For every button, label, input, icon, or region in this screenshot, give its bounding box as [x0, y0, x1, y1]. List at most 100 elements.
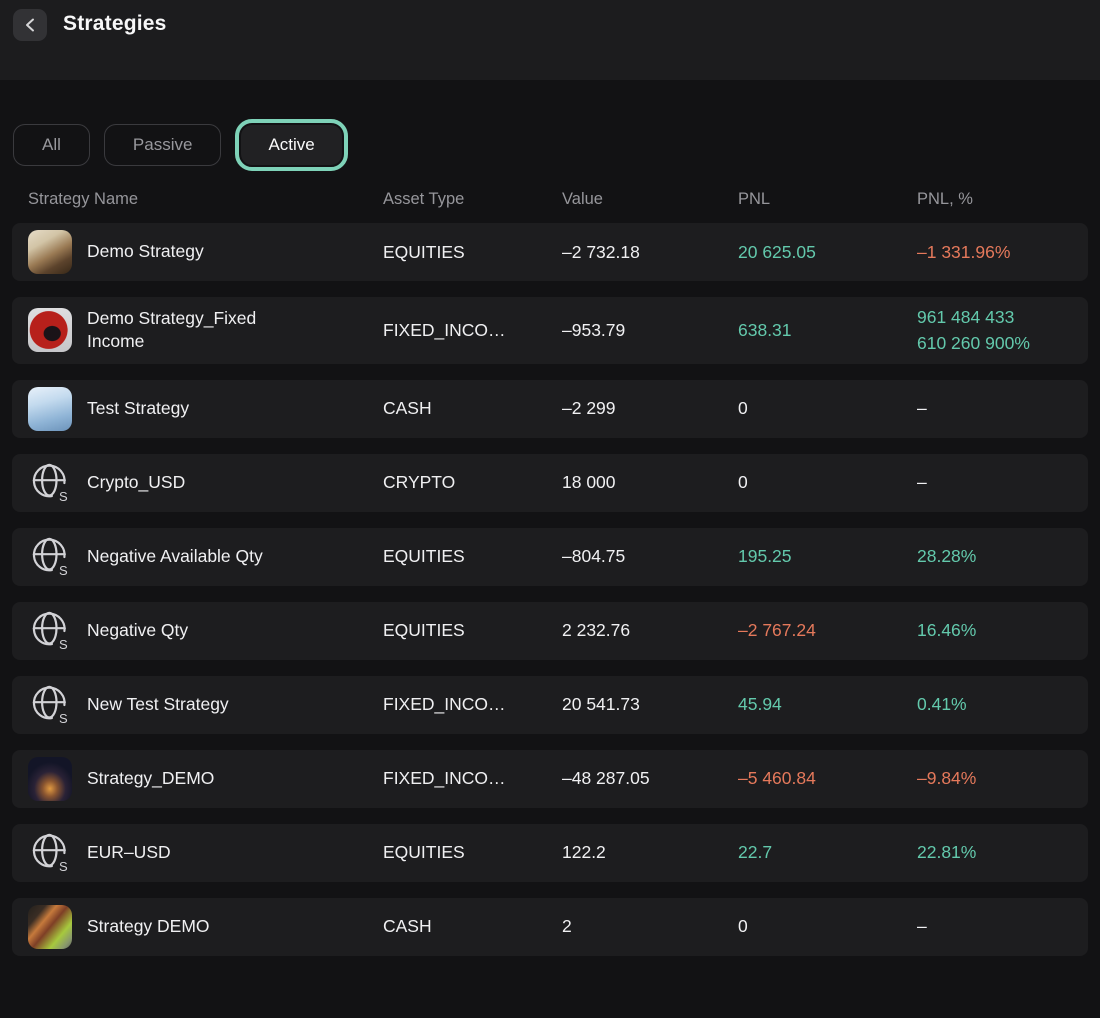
strategy-name: Strategy DEMO [87, 915, 210, 939]
strategy-name: Crypto_USD [87, 471, 185, 495]
pnl-cell: 0 [738, 398, 917, 419]
column-header-pnl-pct: PNL, % [917, 190, 1088, 209]
strategy-name-cell: S EUR–USD [28, 831, 383, 875]
chevron-left-icon [24, 18, 36, 32]
value-cell: 20 541.73 [562, 694, 738, 715]
asset-type-cell: CRYPTO [383, 472, 562, 493]
tabs-filter: All Passive Active [13, 118, 1100, 172]
tab-all[interactable]: All [13, 124, 90, 166]
sepia-landscape-thumbnail [28, 230, 72, 274]
pnl-pct-value: 28.28% [917, 543, 976, 569]
strategy-name: Strategy_DEMO [87, 767, 214, 791]
pnl-cell: –5 460.84 [738, 768, 917, 789]
table-row[interactable]: Strategy DEMO CASH 2 0 – [12, 898, 1088, 956]
pnl-pct-cell: 22.81% [917, 839, 1088, 865]
column-header-pnl: PNL [738, 190, 917, 209]
back-button[interactable] [13, 9, 47, 41]
table-row[interactable]: Strategy_DEMO FIXED_INCO… –48 287.05 –5 … [12, 750, 1088, 808]
globe-strategy-icon: S [28, 535, 72, 579]
pnl-pct-cell: 16.46% [917, 617, 1088, 643]
pnl-pct-value: 16.46% [917, 617, 976, 643]
strategies-table: Strategy Name Asset Type Value PNL PNL, … [12, 172, 1088, 956]
pnl-cell: 0 [738, 916, 917, 937]
pnl-cell: 20 625.05 [738, 242, 917, 263]
globe-strategy-icon: S [28, 829, 72, 877]
strategy-name: Demo Strategy_Fixed Income [87, 307, 302, 354]
strategy-name: Negative Available Qty [87, 545, 263, 569]
strategy-name: Demo Strategy [87, 240, 204, 264]
pnl-pct-value: – [917, 395, 927, 421]
asset-type-cell: FIXED_INCO… [383, 320, 562, 341]
night-city-thumbnail [28, 757, 72, 801]
globe-strategy-icon: S [28, 609, 72, 653]
globe-strategy-icon: S [28, 533, 72, 581]
strategy-table-body: Demo Strategy EQUITIES –2 732.18 20 625.… [12, 223, 1088, 956]
asset-type-cell: FIXED_INCO… [383, 768, 562, 789]
strategy-name-cell: S Negative Available Qty [28, 535, 383, 579]
pnl-pct-cell: –9.84% [917, 765, 1088, 791]
value-cell: –953.79 [562, 320, 738, 341]
strategy-name: EUR–USD [87, 841, 171, 865]
pnl-pct-value: – [917, 469, 927, 495]
value-cell: 18 000 [562, 472, 738, 493]
pnl-pct-value: 22.81% [917, 839, 976, 865]
pnl-pct-cell: – [917, 395, 1088, 421]
appbar: Strategies [0, 0, 1100, 80]
green-car-thumbnail [28, 905, 72, 949]
asset-type-cell: CASH [383, 398, 562, 419]
column-header-value: Value [562, 190, 738, 209]
value-cell: 122.2 [562, 842, 738, 863]
globe-strategy-icon: S [28, 607, 72, 655]
pnl-cell: 0 [738, 472, 917, 493]
pnl-pct-value: 961 484 433 610 260 900% [917, 304, 1035, 357]
pnl-pct-value: 0.41% [917, 691, 967, 717]
asset-type-cell: CASH [383, 916, 562, 937]
svg-text:S: S [59, 711, 68, 726]
page-title: Strategies [63, 12, 167, 36]
value-cell: –48 287.05 [562, 768, 738, 789]
strategy-name-cell: S Crypto_USD [28, 461, 383, 505]
table-row[interactable]: S Negative Available Qty EQUITIES –804.7… [12, 528, 1088, 586]
pnl-pct-cell: 28.28% [917, 543, 1088, 569]
pnl-cell: 22.7 [738, 842, 917, 863]
pnl-cell: 45.94 [738, 694, 917, 715]
strategy-name-cell: Demo Strategy_Fixed Income [28, 307, 383, 354]
globe-strategy-icon: S [28, 459, 72, 507]
svg-text:S: S [59, 563, 68, 578]
tab-active[interactable]: Active [241, 125, 341, 165]
pnl-pct-value: –9.84% [917, 765, 976, 791]
value-cell: –804.75 [562, 546, 738, 567]
globe-strategy-icon: S [28, 461, 72, 505]
value-cell: –2 732.18 [562, 242, 738, 263]
pnl-pct-cell: – [917, 913, 1088, 939]
tab-active-selected-ring[interactable]: Active [235, 119, 347, 171]
asset-type-cell: EQUITIES [383, 620, 562, 641]
table-row[interactable]: Test Strategy CASH –2 299 0 – [12, 380, 1088, 438]
strategy-name-cell: Test Strategy [28, 387, 383, 431]
table-row[interactable]: S Crypto_USD CRYPTO 18 000 0 – [12, 454, 1088, 512]
asset-type-cell: EQUITIES [383, 546, 562, 567]
pnl-pct-cell: 961 484 433 610 260 900% [917, 304, 1088, 357]
table-row[interactable]: S New Test Strategy FIXED_INCO… 20 541.7… [12, 676, 1088, 734]
strategy-name-cell: Strategy_DEMO [28, 757, 383, 801]
table-header-row: Strategy Name Asset Type Value PNL PNL, … [12, 172, 1088, 223]
table-row[interactable]: Demo Strategy EQUITIES –2 732.18 20 625.… [12, 223, 1088, 281]
pnl-cell: –2 767.24 [738, 620, 917, 641]
svg-text:S: S [59, 489, 68, 504]
pnl-pct-value: – [917, 913, 927, 939]
strategy-name-cell: Demo Strategy [28, 230, 383, 274]
tab-passive[interactable]: Passive [104, 124, 222, 166]
strategy-name-cell: Strategy DEMO [28, 905, 383, 949]
table-row[interactable]: S Negative Qty EQUITIES 2 232.76 –2 767.… [12, 602, 1088, 660]
column-header-strategy-name: Strategy Name [28, 190, 383, 209]
table-row[interactable]: S EUR–USD EQUITIES 122.2 22.7 22.81% [12, 824, 1088, 882]
table-row[interactable]: Demo Strategy_Fixed Income FIXED_INCO… –… [12, 297, 1088, 364]
ice-blue-thumbnail [28, 387, 72, 431]
column-header-asset-type: Asset Type [383, 190, 562, 209]
value-cell: 2 232.76 [562, 620, 738, 641]
pnl-cell: 638.31 [738, 320, 917, 341]
pnl-pct-cell: 0.41% [917, 691, 1088, 717]
pnl-pct-value: –1 331.96% [917, 239, 1010, 265]
value-cell: 2 [562, 916, 738, 937]
globe-strategy-icon: S [28, 681, 72, 729]
